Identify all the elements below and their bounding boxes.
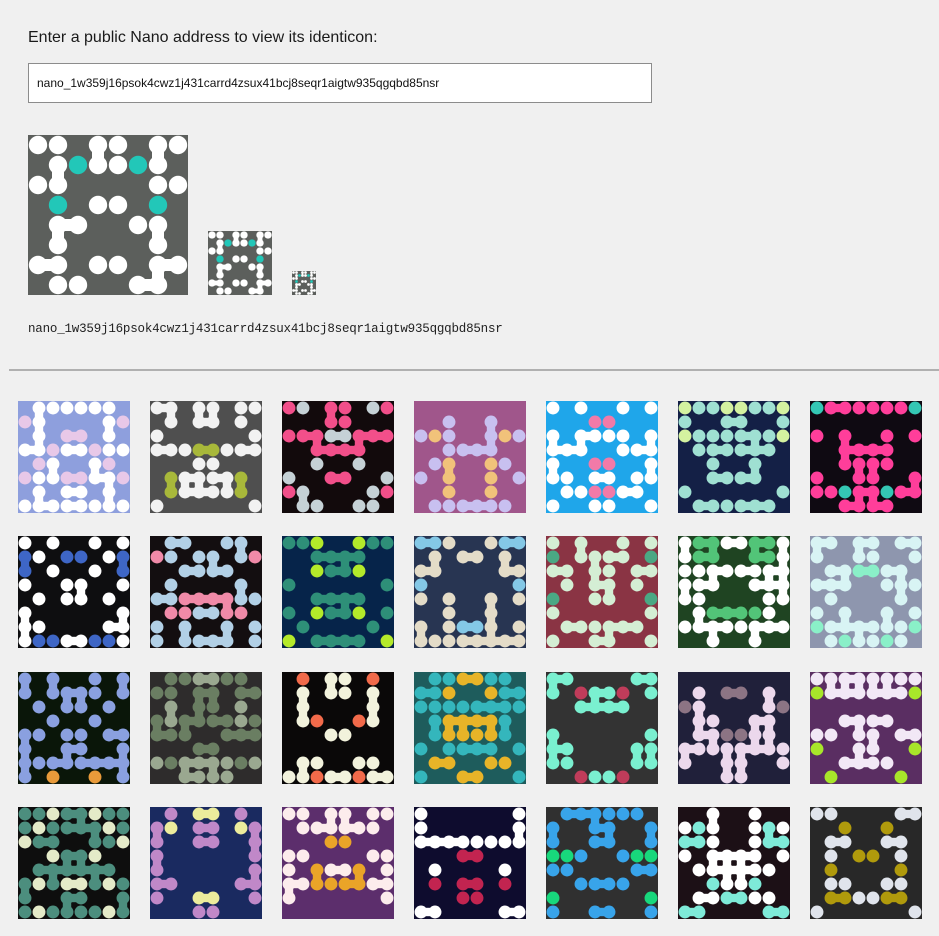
gallery-identicon[interactable]	[546, 401, 658, 513]
gallery-identicon[interactable]	[282, 672, 394, 784]
section-divider	[9, 369, 939, 371]
gallery-identicon[interactable]	[810, 672, 922, 784]
address-display: nano_1w359j16psok4cwz1j431carrd4zsux41bc…	[28, 322, 503, 336]
gallery-identicon[interactable]	[150, 401, 262, 513]
gallery-identicon[interactable]	[18, 536, 130, 648]
gallery-identicon[interactable]	[414, 672, 526, 784]
gallery-identicon[interactable]	[810, 401, 922, 513]
gallery-identicon[interactable]	[678, 401, 790, 513]
gallery-identicon[interactable]	[150, 807, 262, 919]
gallery-identicon[interactable]	[678, 536, 790, 648]
gallery-identicon[interactable]	[678, 807, 790, 919]
identicon-preview-medium	[208, 231, 272, 295]
gallery-identicon[interactable]	[810, 807, 922, 919]
gallery-identicon[interactable]	[546, 807, 658, 919]
gallery-identicon[interactable]	[282, 536, 394, 648]
gallery-identicon[interactable]	[810, 536, 922, 648]
gallery-identicon[interactable]	[18, 401, 130, 513]
gallery-identicon[interactable]	[414, 807, 526, 919]
gallery-identicon[interactable]	[282, 401, 394, 513]
gallery-identicon[interactable]	[18, 672, 130, 784]
gallery-identicon[interactable]	[150, 536, 262, 648]
gallery-identicon[interactable]	[546, 536, 658, 648]
gallery-identicon[interactable]	[18, 807, 130, 919]
gallery-identicon[interactable]	[414, 536, 526, 648]
gallery-identicon[interactable]	[678, 672, 790, 784]
gallery-identicon[interactable]	[150, 672, 262, 784]
gallery-identicon[interactable]	[282, 807, 394, 919]
address-prompt-label: Enter a public Nano address to view its …	[28, 29, 378, 46]
identicon-preview-small	[292, 271, 316, 295]
address-input[interactable]	[28, 63, 652, 103]
gallery-identicon[interactable]	[546, 672, 658, 784]
gallery-identicon[interactable]	[414, 401, 526, 513]
identicon-preview-large	[28, 135, 188, 295]
